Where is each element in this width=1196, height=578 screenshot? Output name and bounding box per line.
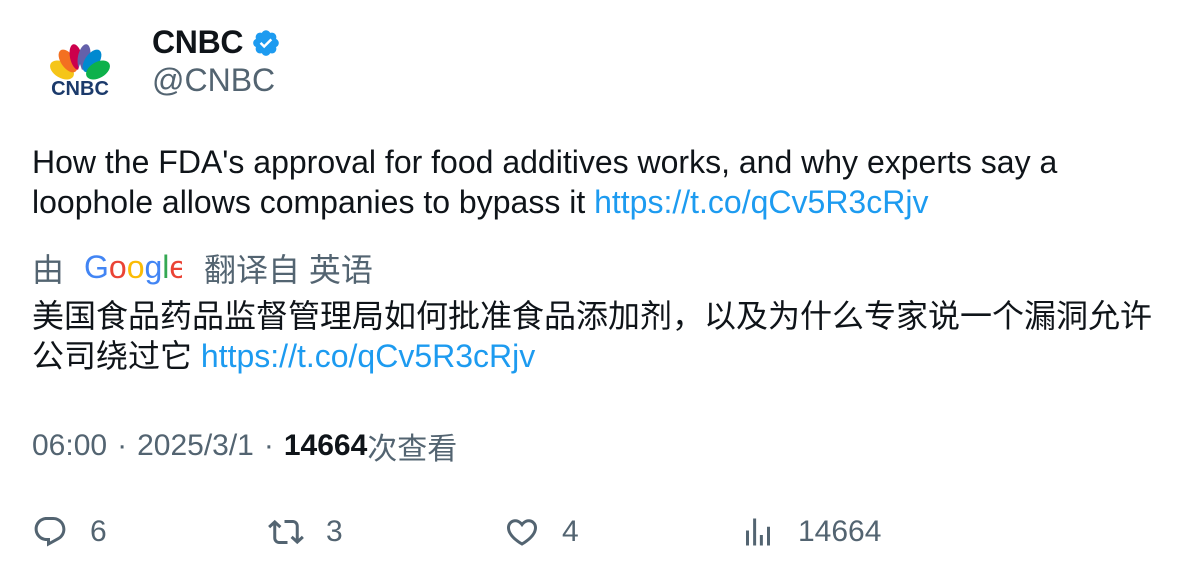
svg-text:CNBC: CNBC [51,78,109,100]
author-handle[interactable]: @CNBC [152,62,275,99]
like-button[interactable]: 4 [504,508,579,556]
views-action-count: 14664 [798,515,882,548]
cnbc-logo-icon: CNBC [50,44,110,100]
verified-badge-icon[interactable] [251,28,281,58]
meta-separator: · [117,429,128,462]
google-logo-icon: Google [84,251,182,285]
avatar[interactable]: CNBC [34,28,126,120]
reply-icon [34,517,66,547]
svg-text:Google: Google [84,251,182,285]
retweet-icon [268,519,304,545]
views-button[interactable]: 14664 [740,508,881,556]
view-count: 14664 [283,429,368,462]
action-bar: 6 3 4 14664 [32,508,1172,556]
like-icon [506,519,538,546]
reply-button[interactable]: 6 [32,508,107,556]
reply-count: 6 [90,515,107,548]
tweet-meta: 06:00 · 2025/3/1 · 14664 次查看 [32,424,457,468]
views-label: 次查看 [367,433,458,466]
views-icon [746,518,770,546]
tweet-link[interactable]: https://t.co/qCv5R3cRjv [594,184,928,220]
tweet-text: How the FDA's approval for food additive… [32,142,1172,222]
author-display-name[interactable]: CNBC [152,24,244,61]
translated-from-label: 翻译自 英语 [204,252,373,288]
retweet-button[interactable]: 3 [268,508,343,556]
like-count: 4 [562,515,579,548]
meta-separator: · [263,429,274,462]
translated-text: 美国食品药品监督管理局如何批准食品添加剂，以及为什么专家说一个漏洞允许公司绕过它… [32,296,1172,376]
translated-by-label: 由 [32,252,65,288]
author-name-row: CNBC [152,22,281,62]
tweet-date[interactable]: 2025/3/1 [137,429,254,463]
translation-attribution: 由 Google 翻译自 英语 [32,246,373,290]
tweet-time[interactable]: 06:00 [32,429,107,463]
translated-link[interactable]: https://t.co/qCv5R3cRjv [201,338,535,374]
retweet-count: 3 [326,515,343,548]
